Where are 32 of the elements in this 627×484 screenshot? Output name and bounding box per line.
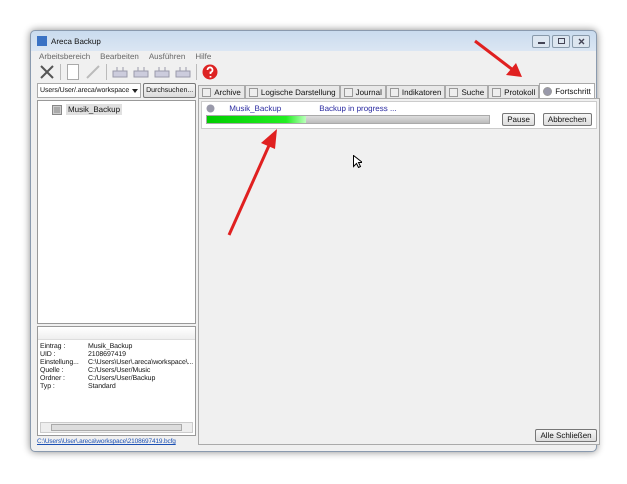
close-button[interactable]	[572, 34, 590, 48]
tab-icon	[543, 86, 552, 96]
tab[interactable]: Archive	[198, 85, 245, 98]
close-icon	[578, 38, 584, 44]
window-title: Areca Backup	[51, 36, 101, 46]
caret-icon	[132, 88, 138, 92]
tab[interactable]: Suche	[445, 85, 488, 98]
annotation-arrow	[473, 39, 523, 79]
menu-item[interactable]: Bearbeiten	[100, 52, 139, 60]
tab[interactable]: Journal	[340, 85, 386, 98]
task-name: Musik_Backup	[229, 104, 282, 113]
minimize-button[interactable]	[532, 34, 550, 48]
app-icon	[37, 36, 47, 46]
task-status: Backup in progress ...	[319, 104, 397, 113]
menu-item[interactable]: Arbeitsbereich	[39, 52, 90, 60]
close-all-button[interactable]: Alle Schließen	[535, 429, 597, 442]
mouse-cursor-icon	[353, 155, 362, 168]
help-icon[interactable]	[202, 64, 218, 80]
menu-item[interactable]: Hilfe	[195, 52, 212, 60]
maximize-icon	[558, 38, 564, 44]
menu-item[interactable]: Ausführen	[148, 52, 186, 60]
tab[interactable]: Fortschritt	[539, 83, 595, 98]
maximize-button[interactable]	[552, 34, 570, 48]
disk-icon	[52, 104, 62, 114]
horizontal-scrollbar[interactable]	[40, 422, 194, 433]
task-button[interactable]: Abbrechen	[542, 113, 592, 126]
task-button[interactable]: Pause	[502, 113, 535, 126]
tab[interactable]: Protokoll	[488, 85, 540, 98]
tab[interactable]: Logische Darstellung	[244, 85, 340, 98]
tab[interactable]: Indikatoren	[386, 85, 446, 98]
tree-item[interactable]: Musik_Backup	[66, 104, 122, 115]
document-icon[interactable]	[66, 64, 80, 80]
